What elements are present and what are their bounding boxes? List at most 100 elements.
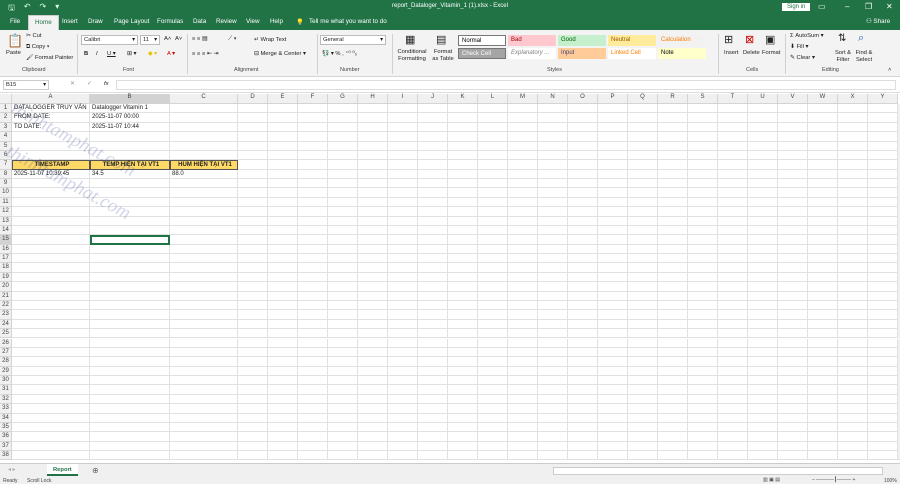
borders-icon[interactable]: ⊞ ▾ (127, 51, 136, 57)
cell[interactable] (448, 197, 478, 208)
cell[interactable] (508, 207, 538, 217)
cell[interactable] (170, 404, 238, 414)
cell[interactable] (328, 254, 358, 264)
table-header-cell[interactable]: TEMP HIỆN TẠI VT1 (90, 160, 170, 170)
cell[interactable] (778, 451, 808, 461)
cell[interactable] (90, 132, 170, 142)
cell[interactable] (778, 319, 808, 330)
cell[interactable] (838, 188, 868, 198)
cell[interactable] (238, 254, 268, 264)
cell[interactable] (388, 357, 418, 367)
cell[interactable] (298, 141, 328, 151)
cell[interactable] (748, 254, 778, 264)
cell[interactable] (418, 263, 448, 273)
cell[interactable] (358, 207, 388, 217)
cell[interactable] (238, 376, 268, 386)
cell[interactable] (688, 263, 718, 273)
cell[interactable] (838, 160, 868, 170)
cell[interactable] (808, 141, 838, 151)
cell[interactable] (808, 347, 838, 358)
column-header[interactable]: L (478, 94, 508, 104)
cell[interactable] (268, 244, 298, 255)
row-header[interactable]: 13 (0, 216, 12, 226)
zoom-slider[interactable]: – ─────┃──── + (812, 477, 855, 483)
cell[interactable] (568, 244, 598, 255)
cell[interactable] (598, 104, 628, 114)
cell[interactable] (538, 150, 568, 161)
cell[interactable] (838, 319, 868, 330)
cell[interactable] (808, 329, 838, 339)
cell[interactable] (328, 244, 358, 255)
row-header[interactable]: 32 (0, 394, 12, 405)
cell[interactable] (868, 113, 898, 123)
cell[interactable] (90, 329, 170, 339)
row-header[interactable]: 37 (0, 441, 12, 452)
cell[interactable] (568, 272, 598, 283)
cell[interactable] (448, 300, 478, 311)
cell[interactable] (598, 329, 628, 339)
cell[interactable] (688, 300, 718, 311)
cell[interactable] (478, 104, 508, 114)
cell[interactable] (598, 179, 628, 189)
minimize-icon[interactable]: – (845, 2, 849, 11)
cell[interactable] (358, 104, 388, 114)
cell[interactable] (238, 357, 268, 367)
cell[interactable] (568, 385, 598, 395)
cell[interactable] (418, 197, 448, 208)
column-header[interactable]: G (328, 94, 358, 104)
cell[interactable] (298, 413, 328, 423)
cell[interactable] (598, 432, 628, 442)
cell[interactable] (748, 394, 778, 405)
cell[interactable] (778, 404, 808, 414)
cell[interactable] (868, 179, 898, 189)
cell[interactable] (748, 319, 778, 330)
insert-function-button[interactable]: fx (104, 81, 109, 87)
cell[interactable] (328, 207, 358, 217)
cell[interactable] (418, 113, 448, 123)
cell[interactable] (268, 310, 298, 320)
cell[interactable] (388, 104, 418, 114)
data-cell[interactable]: TO DATE: (12, 122, 90, 133)
cell[interactable] (478, 366, 508, 376)
cell[interactable] (628, 329, 658, 339)
cell[interactable] (448, 366, 478, 376)
name-box[interactable]: B15 ▾ (3, 80, 49, 90)
row-header[interactable]: 1 (0, 104, 12, 114)
cell[interactable] (478, 451, 508, 461)
underline-button[interactable]: U ▾ (107, 51, 116, 57)
cell[interactable] (388, 272, 418, 283)
cell[interactable] (778, 441, 808, 452)
cell[interactable] (658, 169, 688, 180)
cell[interactable] (508, 347, 538, 358)
cell[interactable] (448, 432, 478, 442)
delete-cells-button[interactable]: Delete (743, 50, 760, 56)
cell[interactable] (478, 441, 508, 452)
cell[interactable] (170, 263, 238, 273)
cell[interactable] (598, 376, 628, 386)
cell[interactable] (448, 216, 478, 226)
table-header-cell[interactable]: HUM HIỆN TẠI VT1 (170, 160, 238, 170)
cell-style-linked-cell[interactable]: Linked Cell (608, 48, 656, 59)
cell[interactable] (298, 366, 328, 376)
cell[interactable] (448, 451, 478, 461)
cell[interactable] (568, 282, 598, 292)
cell[interactable] (688, 169, 718, 180)
cell[interactable] (538, 347, 568, 358)
cell[interactable] (170, 291, 238, 301)
cell[interactable] (12, 394, 90, 405)
cell[interactable] (328, 263, 358, 273)
cell[interactable] (658, 263, 688, 273)
cell[interactable] (658, 113, 688, 123)
cell[interactable] (358, 235, 388, 245)
column-header[interactable]: P (598, 94, 628, 104)
table-header-cell[interactable]: TIMESTAMP (12, 160, 90, 170)
cell[interactable] (388, 122, 418, 133)
cell[interactable] (868, 169, 898, 180)
cell[interactable] (808, 197, 838, 208)
cell[interactable] (598, 160, 628, 170)
cell[interactable] (358, 366, 388, 376)
cell[interactable] (298, 104, 328, 114)
cell[interactable] (808, 272, 838, 283)
cell[interactable] (358, 357, 388, 367)
cell[interactable] (418, 132, 448, 142)
